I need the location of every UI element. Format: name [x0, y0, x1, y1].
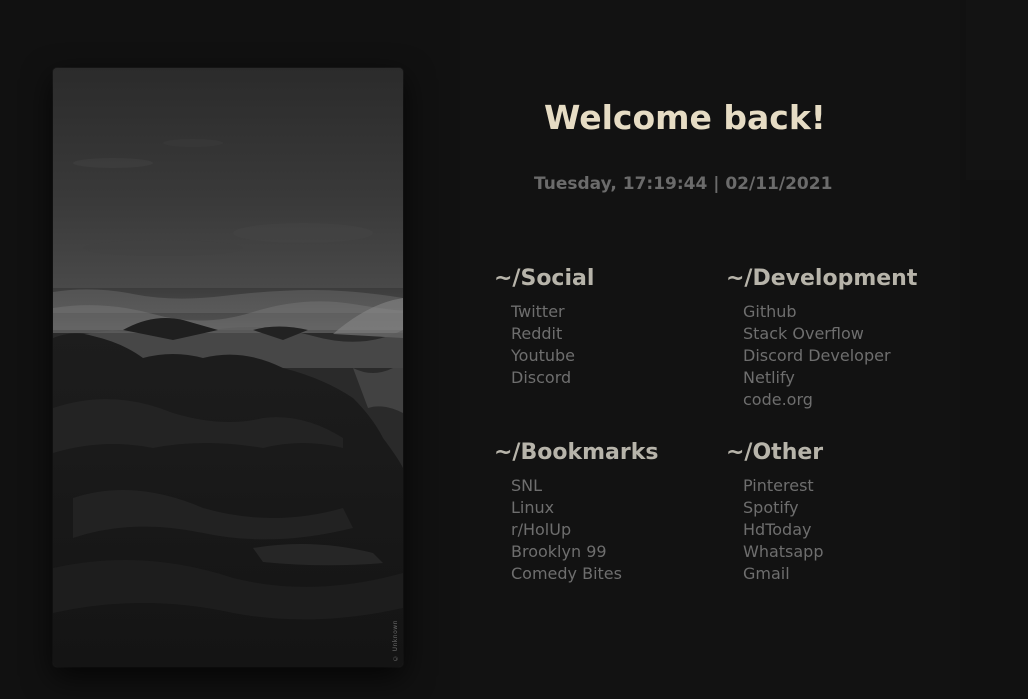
link-github[interactable]: Github: [743, 302, 797, 321]
link-comedy-bites[interactable]: Comedy Bites: [511, 564, 622, 583]
section-title: ~/Development: [726, 266, 918, 291]
link-youtube[interactable]: Youtube: [511, 346, 575, 365]
photo-credit: © Unknown: [392, 619, 399, 661]
link-gmail[interactable]: Gmail: [743, 564, 790, 583]
link-hdtoday[interactable]: HdToday: [743, 520, 811, 539]
link-code-org[interactable]: code.org: [743, 390, 813, 409]
other-section: ~/Other Pinterest Spotify HdToday Whatsa…: [726, 440, 946, 585]
startpage: © Unknown Welcome back! Tuesday, 17:19:4…: [0, 0, 1028, 699]
datetime-display: Tuesday, 17:19:44 | 02/11/2021: [534, 174, 833, 194]
link-list: SNL Linux r/HolUp Brooklyn 99 Comedy Bit…: [494, 475, 714, 585]
link-discord[interactable]: Discord: [511, 368, 571, 387]
link-pinterest[interactable]: Pinterest: [743, 476, 814, 495]
link-stack-overflow[interactable]: Stack Overflow: [743, 324, 864, 343]
section-title: ~/Social: [494, 266, 595, 291]
section-title: ~/Bookmarks: [494, 440, 659, 465]
link-discord-developer[interactable]: Discord Developer: [743, 346, 891, 365]
link-whatsapp[interactable]: Whatsapp: [743, 542, 824, 561]
link-list: Github Stack Overflow Discord Developer …: [726, 301, 946, 411]
link-twitter[interactable]: Twitter: [511, 302, 565, 321]
link-reddit[interactable]: Reddit: [511, 324, 562, 343]
content-panel: Welcome back! Tuesday, 17:19:44 | 02/11/…: [460, 0, 960, 699]
link-list: Twitter Reddit Youtube Discord: [494, 301, 714, 389]
seashore-image: [53, 68, 403, 667]
link-list: Pinterest Spotify HdToday Whatsapp Gmail: [726, 475, 946, 585]
social-section: ~/Social Twitter Reddit Youtube Discord: [494, 266, 714, 389]
link-r-holup[interactable]: r/HolUp: [511, 520, 571, 539]
link-netlify[interactable]: Netlify: [743, 368, 795, 387]
link-snl[interactable]: SNL: [511, 476, 542, 495]
section-title: ~/Other: [726, 440, 824, 465]
development-section: ~/Development Github Stack Overflow Disc…: [726, 266, 946, 411]
link-spotify[interactable]: Spotify: [743, 498, 799, 517]
background-panel: [966, 0, 1028, 180]
link-brooklyn-99[interactable]: Brooklyn 99: [511, 542, 607, 561]
link-linux[interactable]: Linux: [511, 498, 554, 517]
bookmarks-section: ~/Bookmarks SNL Linux r/HolUp Brooklyn 9…: [494, 440, 714, 585]
greeting-heading: Welcome back!: [544, 98, 826, 137]
hero-photo: © Unknown: [53, 68, 403, 667]
